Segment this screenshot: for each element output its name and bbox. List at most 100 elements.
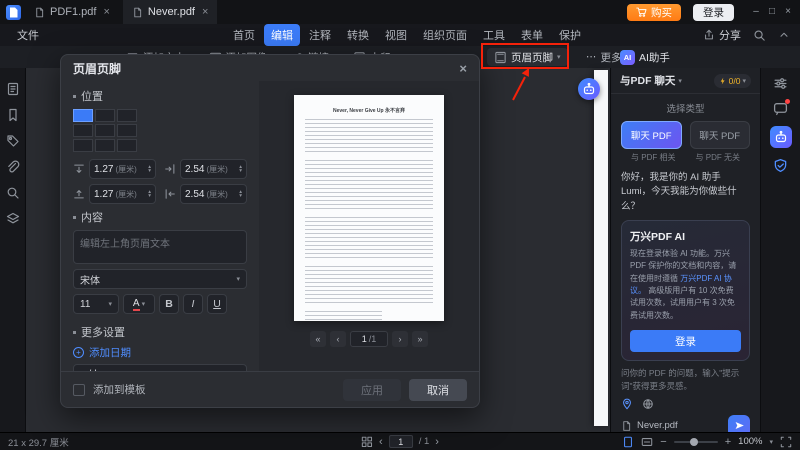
tab-pdf1[interactable]: PDF1.pdf × <box>25 0 119 24</box>
attached-file-name: Never.pdf <box>637 420 678 431</box>
feedback-button[interactable] <box>773 101 788 116</box>
maximize-icon[interactable]: □ <box>764 0 780 24</box>
close-tab-icon[interactable]: × <box>202 6 208 18</box>
zoom-out-icon[interactable]: − <box>660 436 666 448</box>
shield-verify-icon[interactable] <box>773 158 788 173</box>
stepper-icon[interactable]: ▴▾ <box>239 190 242 199</box>
login-button[interactable]: 登录 <box>693 4 734 21</box>
next-page-button[interactable]: › <box>392 331 408 347</box>
tag-panel-icon[interactable] <box>6 134 20 148</box>
select-type-label: 选择类型 <box>611 101 760 115</box>
position-cell[interactable] <box>117 139 137 152</box>
stepper-icon[interactable]: ▴▾ <box>148 165 151 174</box>
ai-assistant-button[interactable]: AI AI助手 <box>620 48 670 66</box>
previous-page-icon[interactable]: ‹ <box>379 436 383 448</box>
font-size-select[interactable]: 11▾ <box>73 294 119 314</box>
underline-button[interactable]: U <box>207 294 227 314</box>
chat-attachment-row <box>611 393 760 410</box>
close-window-icon[interactable]: × <box>780 0 796 24</box>
font-select[interactable]: 宋体▾ <box>73 269 247 289</box>
location-pin-icon[interactable] <box>621 398 633 410</box>
fit-width-icon[interactable] <box>641 436 653 448</box>
layers-panel-icon[interactable] <box>6 212 20 226</box>
zoom-in-icon[interactable]: + <box>725 436 731 448</box>
total-pages-label: / 1 <box>419 436 430 447</box>
apply-button[interactable]: 应用 <box>343 379 401 401</box>
preview-page-indicator[interactable]: 1 /1 <box>350 331 388 347</box>
search-icon[interactable] <box>753 29 766 42</box>
collapse-toolbar-icon[interactable] <box>778 29 790 41</box>
position-cell[interactable] <box>95 139 115 152</box>
chat-input-hint[interactable]: 问你的 PDF 的问题，输入"提示词"获得更多灵感。 <box>611 361 760 393</box>
position-cell[interactable] <box>117 109 137 122</box>
zoom-slider[interactable] <box>674 441 718 443</box>
token-quota-badge[interactable]: 0/0 ▾ <box>714 74 751 88</box>
bookmark-panel-icon[interactable] <box>6 108 20 122</box>
zoom-level[interactable]: 100% <box>738 436 762 447</box>
minimize-icon[interactable]: – <box>748 0 764 24</box>
thumbnail-panel-icon[interactable] <box>6 82 20 96</box>
attachment-panel-icon[interactable] <box>6 160 20 174</box>
close-dialog-icon[interactable]: × <box>459 61 467 76</box>
header-text-input[interactable]: 编辑左上角页眉文本 <box>73 230 247 264</box>
margin-right-input[interactable]: 2.54(厘米)▴▾ <box>180 159 247 179</box>
menu-item-form[interactable]: 表单 <box>514 24 550 46</box>
tab-never[interactable]: Never.pdf × <box>123 0 218 24</box>
ai-robot-panel-button[interactable] <box>770 126 792 148</box>
date-format-select[interactable]: m/d▾ <box>73 364 247 371</box>
send-button[interactable] <box>728 415 750 432</box>
position-cell[interactable] <box>73 139 93 152</box>
tab-label: Never.pdf <box>148 6 195 18</box>
add-date-link[interactable]: +添加日期 <box>73 345 247 360</box>
position-cell[interactable] <box>117 124 137 137</box>
tune-settings-icon[interactable] <box>773 76 788 91</box>
position-grid-selector[interactable] <box>73 109 247 152</box>
menu-item-protect[interactable]: 保护 <box>552 24 588 46</box>
position-cell-top-left[interactable] <box>73 109 93 122</box>
menu-item-convert[interactable]: 转换 <box>340 24 376 46</box>
lightning-icon <box>719 76 727 86</box>
stepper-icon[interactable]: ▴▾ <box>148 190 151 199</box>
margin-left-input[interactable]: 2.54(厘米)▴▾ <box>180 184 247 204</box>
font-color-button[interactable]: A▾ <box>123 294 155 314</box>
menu-file[interactable]: 文件 <box>10 25 46 45</box>
fullscreen-icon[interactable] <box>780 436 792 448</box>
add-to-template-checkbox[interactable] <box>73 384 85 396</box>
italic-button[interactable]: I <box>183 294 203 314</box>
grid-view-icon[interactable] <box>361 436 373 448</box>
buy-button[interactable]: 购买 <box>627 4 681 21</box>
ai-login-button[interactable]: 登录 <box>630 330 741 352</box>
cancel-button[interactable]: 取消 <box>409 379 467 401</box>
chat-mode-select[interactable]: 与PDF 聊天 <box>620 73 675 88</box>
menu-item-tools[interactable]: 工具 <box>476 24 512 46</box>
current-page-input[interactable]: 1 <box>389 435 413 448</box>
next-page-icon[interactable]: › <box>435 436 439 448</box>
header-footer-button[interactable]: 页眉页脚▾ <box>487 48 568 66</box>
fit-page-icon[interactable] <box>622 436 634 448</box>
position-cell[interactable] <box>95 109 115 122</box>
search-panel-icon[interactable] <box>6 186 20 200</box>
zoom-slider-knob[interactable] <box>690 438 698 446</box>
first-page-button[interactable]: « <box>310 331 326 347</box>
chat-type-without-pdf[interactable]: 聊天 PDF <box>690 121 751 149</box>
menu-item-view[interactable]: 视图 <box>378 24 414 46</box>
chat-type-with-pdf[interactable]: 聊天 PDF <box>621 121 682 149</box>
margin-top-input[interactable]: 1.27(厘米)▴▾ <box>89 159 156 179</box>
position-cell[interactable] <box>73 124 93 137</box>
close-tab-icon[interactable]: × <box>103 6 109 18</box>
menu-item-edit[interactable]: 编辑 <box>264 24 300 46</box>
menu-item-comment[interactable]: 注释 <box>302 24 338 46</box>
tab-label: PDF1.pdf <box>50 6 96 18</box>
menu-item-organize-pages[interactable]: 组织页面 <box>416 24 474 46</box>
bold-button[interactable]: B <box>159 294 179 314</box>
content-section-label: 内容 <box>73 209 247 225</box>
floating-ai-robot-button[interactable] <box>578 78 600 100</box>
share-button[interactable]: 分享 <box>703 27 741 43</box>
last-page-button[interactable]: » <box>412 331 428 347</box>
previous-page-button[interactable]: ‹ <box>330 331 346 347</box>
menu-item-home[interactable]: 首页 <box>226 24 262 46</box>
globe-icon[interactable] <box>642 398 654 410</box>
stepper-icon[interactable]: ▴▾ <box>239 165 242 174</box>
margin-bottom-input[interactable]: 1.27(厘米)▴▾ <box>89 184 156 204</box>
position-cell[interactable] <box>95 124 115 137</box>
